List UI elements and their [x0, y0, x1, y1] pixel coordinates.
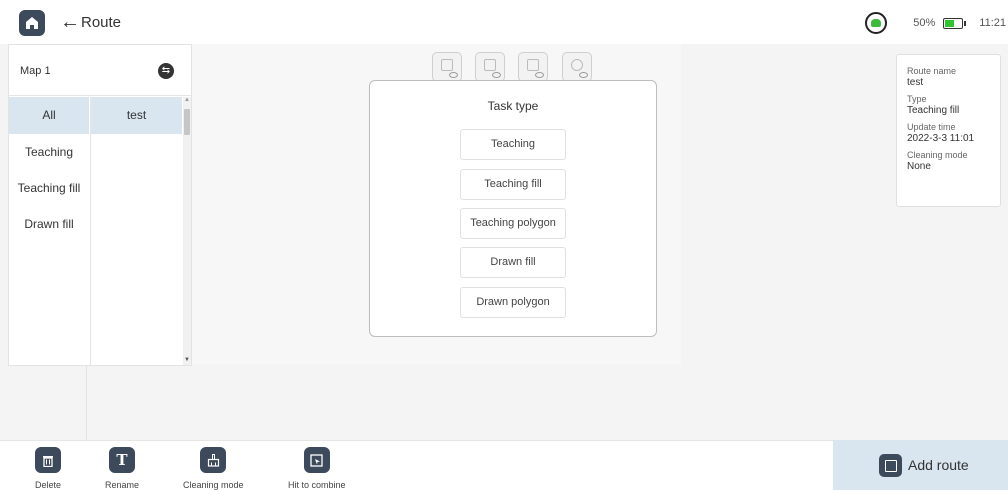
cleaning-mode-button[interactable]: Cleaning mode — [183, 447, 244, 490]
route-name-value: test — [907, 77, 924, 88]
back-arrow-icon[interactable]: ← — [60, 11, 80, 33]
task-type-dialog: Task type Teaching Teaching fill Teachin… — [369, 80, 657, 337]
dialog-title: Task type — [487, 99, 539, 113]
show-location-icon[interactable] — [562, 52, 592, 82]
home-button[interactable] — [19, 10, 45, 36]
page-title: Route — [81, 14, 122, 31]
route-list: test — [90, 97, 182, 365]
route-info-card: Route name test Type Teaching fill Updat… — [896, 54, 1001, 207]
option-teaching[interactable]: Teaching — [460, 129, 566, 160]
status-area: 50% 11:21 — [865, 12, 1008, 34]
route-item[interactable]: test — [91, 97, 182, 134]
type-label: Type — [907, 94, 927, 104]
type-value: Teaching fill — [907, 105, 960, 116]
add-route-label: Add route — [908, 457, 969, 473]
cleaning-mode-value: None — [907, 161, 931, 172]
show-area-icon[interactable] — [518, 52, 548, 82]
map-name: Map 1 — [20, 65, 51, 77]
update-time-value: 2022-3-3 11:01 — [907, 133, 975, 144]
option-drawn-fill[interactable]: Drawn fill — [460, 247, 566, 278]
show-path-icon[interactable] — [475, 52, 505, 82]
battery-icon — [943, 17, 967, 29]
switch-map-icon[interactable]: ⇆ — [158, 63, 174, 79]
route-name-label: Route name — [907, 66, 957, 76]
route-list-panel: Map 1 ⇆ All Teaching Teaching fill Drawn… — [8, 44, 192, 366]
type-item-all[interactable]: All — [9, 97, 89, 134]
scrollbar-thumb[interactable] — [184, 109, 190, 135]
scroll-up-icon[interactable]: ▲ — [184, 97, 190, 103]
delete-button[interactable]: Delete — [35, 447, 61, 490]
scrollbar[interactable]: ▲ ▼ — [183, 97, 191, 365]
signal-icon — [865, 12, 888, 34]
trash-icon — [35, 447, 61, 473]
home-icon — [26, 17, 38, 29]
cleaning-mode-label: Cleaning mode — [183, 480, 244, 490]
hit-to-combine-label: Hit to combine — [288, 480, 346, 490]
add-route-icon — [879, 454, 902, 477]
battery-percent: 50% — [913, 17, 936, 29]
map-header: Map 1 ⇆ — [9, 45, 191, 96]
rename-label: Rename — [105, 480, 140, 490]
show-boundary-icon[interactable] — [432, 52, 462, 82]
update-time-label: Update time — [907, 122, 956, 132]
top-bar: ← Route 50% 11:21 — [0, 0, 1008, 44]
rename-button[interactable]: T Rename — [105, 447, 139, 490]
delete-label: Delete — [35, 480, 62, 490]
type-item-teaching-fill[interactable]: Teaching fill — [9, 170, 89, 206]
type-filter-list: All Teaching Teaching fill Drawn fill — [9, 97, 89, 242]
text-icon: T — [109, 447, 136, 473]
broom-icon — [200, 447, 227, 473]
type-item-drawn-fill[interactable]: Drawn fill — [9, 206, 89, 242]
clock: 11:21 — [979, 17, 1006, 29]
option-teaching-fill[interactable]: Teaching fill — [460, 169, 566, 200]
scroll-down-icon[interactable]: ▼ — [184, 357, 190, 363]
option-drawn-polygon[interactable]: Drawn polygon — [460, 287, 566, 318]
type-item-teaching[interactable]: Teaching — [9, 134, 89, 170]
hit-to-combine-button[interactable]: Hit to combine — [288, 447, 346, 490]
option-teaching-polygon[interactable]: Teaching polygon — [460, 208, 566, 239]
add-route-button[interactable]: Add route — [833, 440, 1008, 490]
select-cursor-icon — [303, 447, 330, 473]
cleaning-mode-label: Cleaning mode — [907, 150, 968, 160]
